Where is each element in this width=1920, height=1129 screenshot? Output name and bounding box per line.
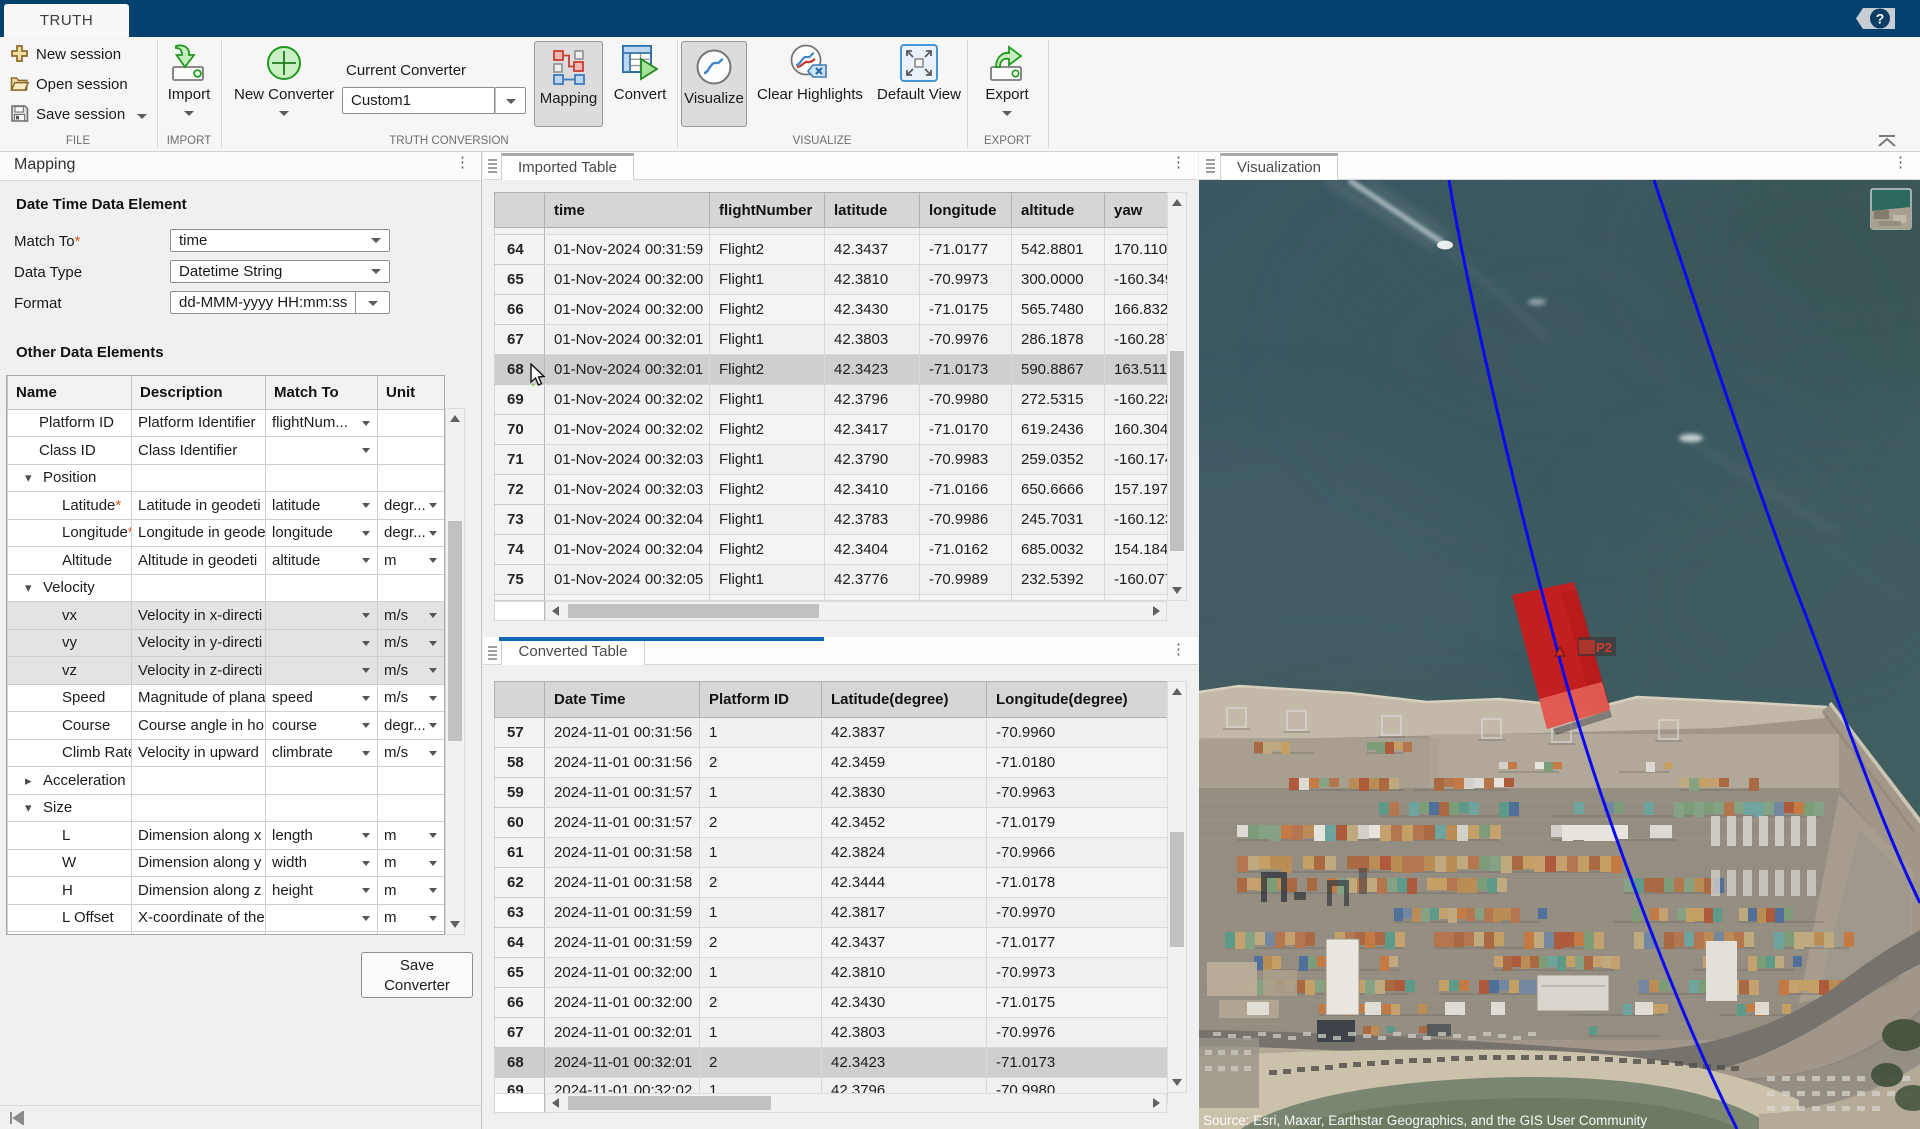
svg-text:?: ? bbox=[1876, 11, 1885, 27]
svg-text:P2: P2 bbox=[1596, 640, 1612, 655]
svg-text:Source: Esri, Maxar, Earthstar: Source: Esri, Maxar, Earthstar Geographi… bbox=[1203, 1113, 1647, 1128]
